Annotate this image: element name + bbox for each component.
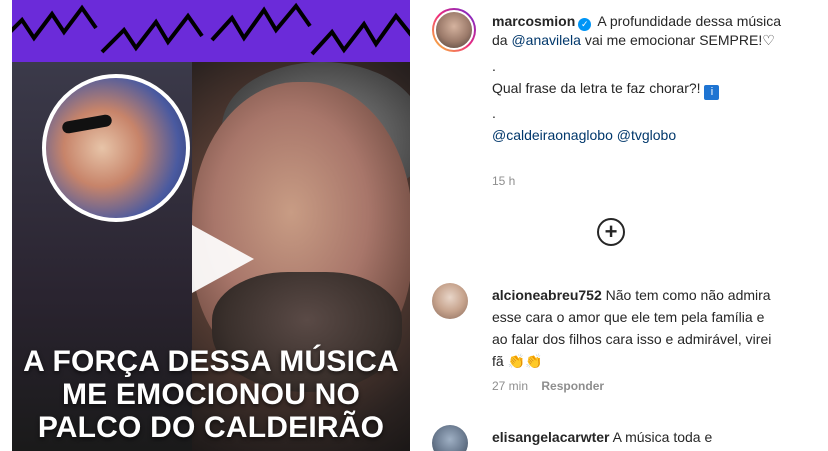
- mention-link[interactable]: @caldeiraonaglobo: [492, 127, 613, 143]
- mention-link[interactable]: @tvglobo: [617, 127, 676, 143]
- author-username[interactable]: marcosmion: [492, 13, 575, 29]
- video-caption: A FORÇA DESSA MÚSICA ME EMOCIONOU NO PAL…: [23, 345, 399, 444]
- reply-button[interactable]: Responder: [541, 379, 604, 393]
- post-timestamp[interactable]: 15 h: [492, 174, 515, 188]
- plus-circle-icon[interactable]: +: [597, 218, 625, 246]
- comment-time[interactable]: 27 min: [492, 379, 528, 393]
- post-caption: marcosmion ✓ A profundidade dessa música …: [492, 13, 782, 143]
- post-sidebar: marcosmion ✓ A profundidade dessa música …: [410, 0, 828, 451]
- zigzag-pattern: [12, 2, 410, 56]
- avatar[interactable]: [432, 283, 468, 319]
- media-banner: [12, 0, 410, 62]
- comment: alcioneabreu752 Não tem como não admira …: [492, 284, 782, 372]
- mention-link[interactable]: @anavilela: [511, 32, 580, 48]
- comment-meta: 27 min Responder: [492, 379, 604, 393]
- left-margin: [0, 0, 12, 451]
- comment: elisangelacarwter A música toda e: [492, 426, 782, 448]
- microphone-icon: [61, 113, 113, 135]
- author-avatar[interactable]: [432, 8, 476, 52]
- info-icon: i: [704, 85, 720, 100]
- singer-inset-image: [42, 74, 190, 222]
- comment-username[interactable]: elisangelacarwter: [492, 429, 610, 445]
- verified-badge-icon: ✓: [578, 18, 592, 31]
- post-media[interactable]: A FORÇA DESSA MÚSICA ME EMOCIONOU NO PAL…: [12, 0, 410, 451]
- comment-text: A música toda e: [612, 429, 713, 445]
- instagram-post-view: A FORÇA DESSA MÚSICA ME EMOCIONOU NO PAL…: [0, 0, 828, 451]
- comment-username[interactable]: alcioneabreu752: [492, 287, 602, 303]
- avatar[interactable]: [432, 425, 468, 451]
- play-icon[interactable]: [192, 225, 254, 293]
